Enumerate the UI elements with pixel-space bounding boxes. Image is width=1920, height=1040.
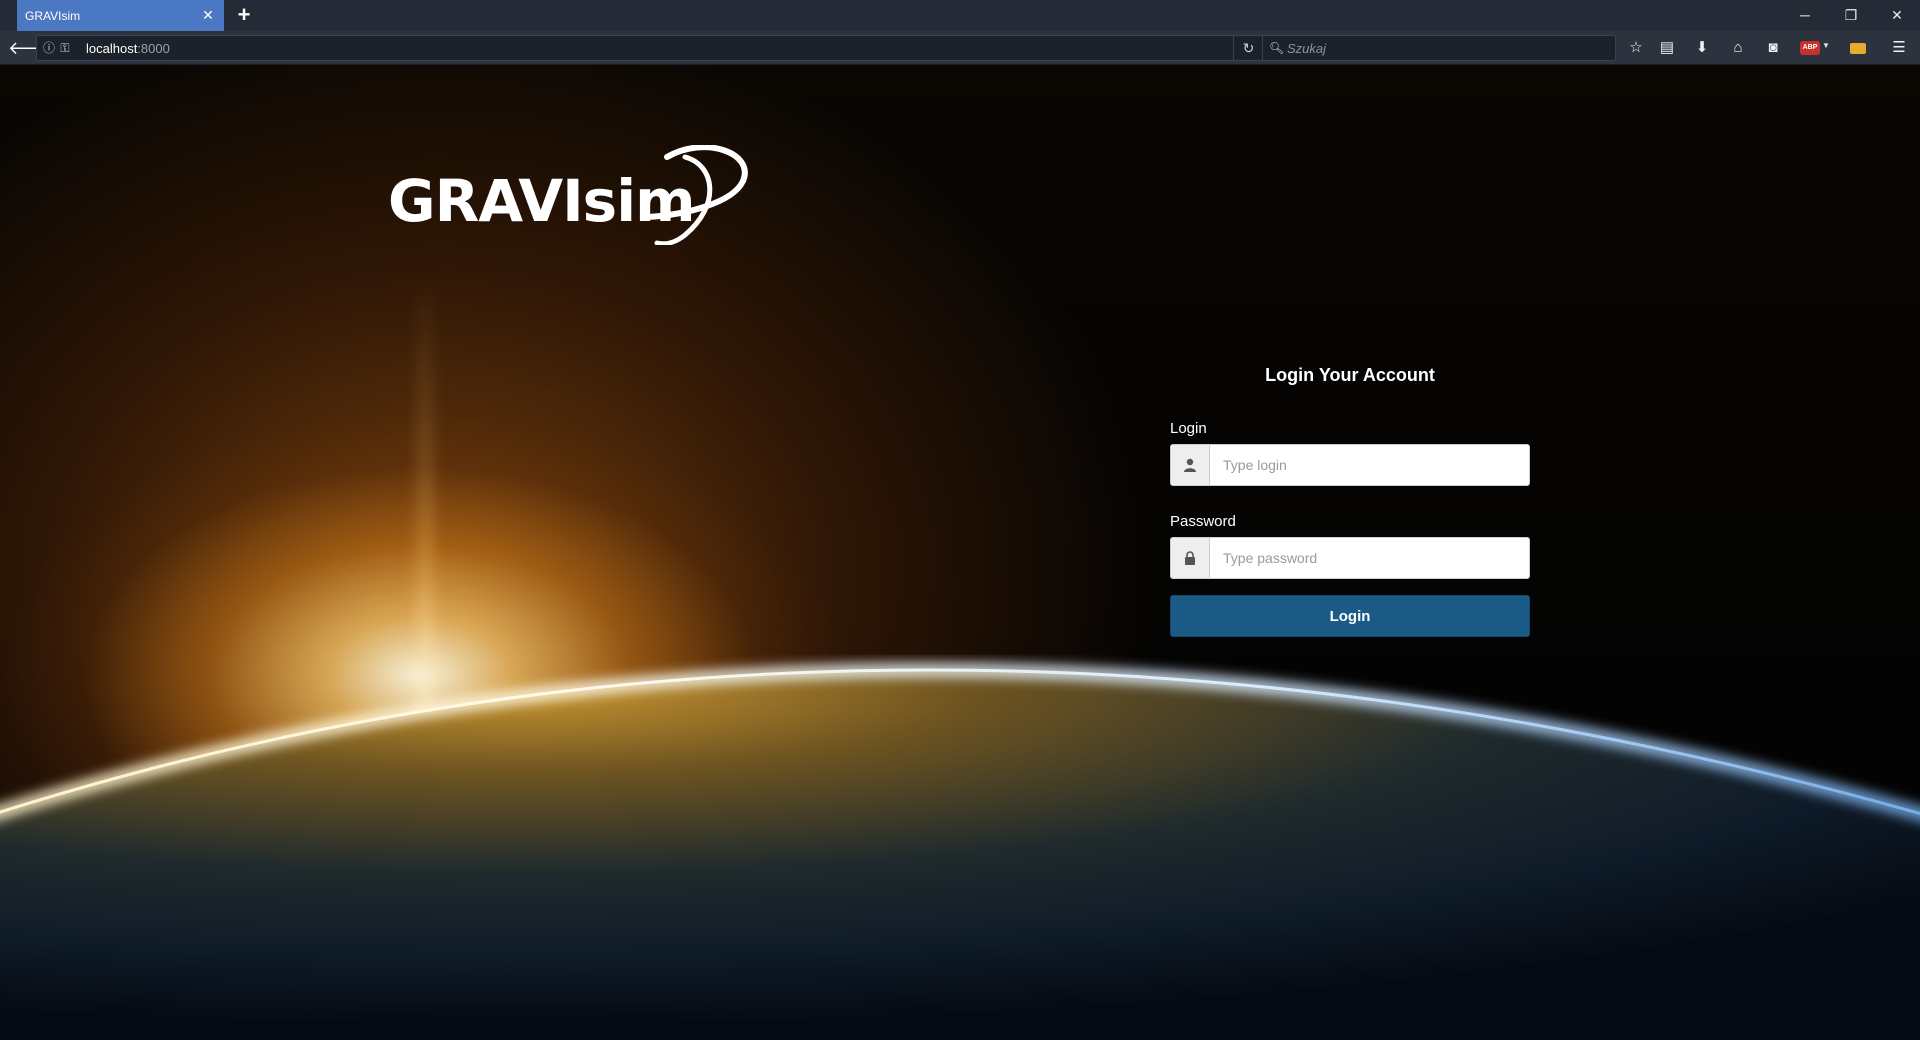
address-bar[interactable]: ⓘ ⚿ localhost:8000 ↻ (36, 35, 1264, 61)
key-icon[interactable]: ⚿ (57, 40, 73, 56)
browser-nav-bar: 🡐 ⓘ ⚿ localhost:8000 ↻ 🔍︎ Szukaj ☆ ▤ ⬇ ⌂… (0, 31, 1920, 65)
adblock-icon[interactable]: ABP (1800, 41, 1820, 55)
login-input-group (1170, 444, 1530, 486)
download-icon[interactable]: ⬇ (1689, 36, 1715, 60)
login-input[interactable] (1211, 445, 1529, 485)
url-host: localhost (86, 41, 138, 56)
url-port: :8000 (137, 41, 170, 56)
url-text[interactable]: localhost:8000 (86, 41, 170, 56)
tab-close-icon[interactable]: ✕ (200, 7, 216, 23)
login-label: Login (1170, 420, 1207, 437)
back-button[interactable]: 🡐 (8, 36, 56, 60)
password-input-group (1170, 537, 1530, 579)
login-title: Login Your Account (1265, 365, 1435, 385)
home-icon[interactable]: ⌂ (1725, 36, 1751, 60)
star-icon[interactable]: ☆ (1623, 36, 1649, 60)
browser-tab-bar: GRAVIsim ✕ + ─ ❐ ✕ (0, 0, 1920, 31)
reload-icon[interactable]: ↻ (1233, 36, 1263, 60)
search-bar[interactable]: 🔍︎ Szukaj (1262, 35, 1616, 61)
restore-icon[interactable]: ❐ (1836, 2, 1866, 28)
earth-horizon (0, 663, 1920, 1040)
password-label: Password (1170, 513, 1236, 530)
new-tab-button[interactable]: + (232, 3, 256, 27)
info-icon[interactable]: ⓘ (41, 40, 57, 56)
minimize-icon[interactable]: ─ (1790, 2, 1820, 28)
gravisim-logo: GRAVIsim (385, 145, 765, 245)
login-button[interactable]: Login (1170, 595, 1530, 637)
adblock-caret-icon[interactable]: ▼ (1822, 41, 1830, 50)
user-icon (1171, 445, 1210, 485)
window-close-icon[interactable]: ✕ (1882, 2, 1912, 28)
reading-list-icon[interactable]: ▤ (1654, 36, 1680, 60)
logo-text: GRAVIsim (388, 167, 696, 235)
extension-icon[interactable] (1850, 43, 1866, 54)
page-background: GRAVIsim Login Your Account Login Passwo… (0, 65, 1920, 1040)
password-input[interactable] (1211, 538, 1529, 578)
menu-icon[interactable]: ☰ (1886, 36, 1912, 60)
browser-tab[interactable]: GRAVIsim ✕ (17, 0, 224, 31)
pocket-icon[interactable]: ◙ (1760, 36, 1786, 60)
search-icon: 🔍︎ (1269, 41, 1285, 55)
search-placeholder: Szukaj (1287, 41, 1327, 56)
tab-title: GRAVIsim (25, 8, 81, 23)
lock-icon (1171, 538, 1210, 578)
